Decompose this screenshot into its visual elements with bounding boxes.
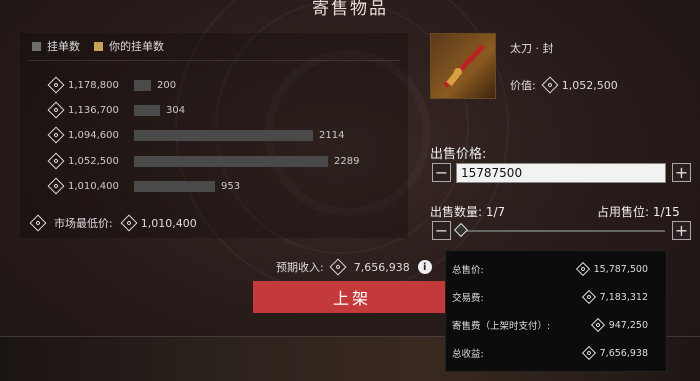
info-icon[interactable]: i: [417, 260, 432, 274]
order-book-panel: 挂单数 你的挂单数 1,178,800 200 1,136,700 304 1,…: [20, 33, 408, 238]
breakdown-label: 交易费:: [452, 293, 484, 304]
legend-swatch-mine: [94, 41, 103, 51]
expected-label: 预期收入:: [276, 261, 324, 274]
order-row: 1,178,800 200: [47, 76, 177, 94]
order-count: 953: [221, 180, 241, 192]
legend-swatch-orders: [32, 41, 41, 51]
currency-icon: [590, 317, 605, 333]
order-row: 1,010,400 953: [47, 177, 241, 195]
order-price: 1,052,500: [68, 155, 119, 167]
plus-icon: +: [674, 220, 689, 240]
currency-icon: [47, 76, 65, 94]
breakdown-value: 7,656,938: [599, 347, 648, 359]
page-title: 寄售物品: [312, 0, 388, 19]
sell-quantity-label: 出售数量: 1/7: [430, 205, 506, 219]
plus-icon: +: [674, 162, 689, 182]
order-bar: [134, 180, 215, 192]
minus-icon: −: [434, 162, 449, 182]
order-bar: [134, 129, 313, 141]
order-count: 304: [166, 104, 186, 116]
item-price: 价值: 1,052,500: [510, 76, 618, 94]
currency-icon: [47, 126, 65, 144]
market-label: 市场最低价:: [54, 217, 113, 230]
order-bar: [134, 155, 328, 167]
order-price: 1,178,800: [68, 79, 119, 91]
order-row: 1,136,700 304: [47, 101, 186, 119]
list-button[interactable]: 上架: [253, 281, 451, 313]
order-count: 2289: [334, 155, 360, 167]
currency-icon: [120, 214, 138, 232]
currency-icon: [329, 258, 347, 276]
order-price: 1,094,600: [68, 129, 119, 141]
item-name: 太刀 · 封: [510, 42, 554, 55]
currency-icon: [581, 345, 596, 361]
price-decrease-button[interactable]: −: [432, 163, 451, 182]
currency-icon: [581, 289, 596, 305]
minus-icon: −: [434, 220, 449, 240]
legend-orders: 挂单数: [47, 40, 80, 53]
breakdown-row: 寄售费（上架时支付）: 947,250: [452, 317, 648, 333]
divider: [28, 60, 400, 61]
sell-price-input[interactable]: [456, 163, 666, 183]
price-increase-button[interactable]: +: [672, 163, 691, 182]
currency-icon: [47, 152, 65, 170]
order-count: 2114: [319, 129, 345, 141]
market-value: 1,010,400: [140, 216, 197, 230]
item-price-value: 1,052,500: [561, 78, 618, 92]
order-row: 1,052,500 2289: [47, 152, 360, 170]
item-thumbnail: [430, 33, 496, 99]
currency-icon: [47, 101, 65, 119]
currency-icon: [541, 76, 559, 94]
order-row: 1,094,600 2114: [47, 126, 345, 144]
quantity-decrease-button[interactable]: −: [432, 221, 451, 240]
sword-icon: [443, 44, 485, 88]
breakdown-value: 7,183,312: [599, 291, 648, 303]
order-price: 1,136,700: [68, 104, 119, 116]
expected-income: 预期收入: 7,656,938 i: [276, 258, 432, 276]
order-bar: [134, 79, 151, 91]
breakdown-label: 总收益:: [452, 349, 484, 360]
breakdown-label: 寄售费（上架时支付）:: [452, 321, 551, 332]
breakdown-row: 总售价: 15,787,500: [452, 261, 648, 277]
legend: 挂单数 你的挂单数: [32, 38, 164, 54]
legend-mine: 你的挂单数: [109, 40, 164, 53]
currency-icon: [575, 261, 590, 277]
income-breakdown-tooltip: 总售价: 15,787,500 交易费: 7,183,312 寄售费（上架时支付…: [445, 250, 667, 372]
item-price-label: 价值:: [510, 79, 536, 92]
breakdown-value: 947,250: [608, 319, 648, 331]
breakdown-value: 15,787,500: [593, 263, 648, 275]
market-icon: [29, 214, 47, 232]
slots-used-label: 占用售位: 1/15: [597, 205, 680, 219]
order-bar: [134, 104, 160, 116]
breakdown-label: 总售价:: [452, 265, 484, 276]
breakdown-row: 总收益: 7,656,938: [452, 345, 648, 361]
breakdown-row: 交易费: 7,183,312: [452, 289, 648, 305]
market-lowest: 市场最低价: 1,010,400: [29, 214, 197, 232]
currency-icon: [47, 177, 65, 195]
quantity-increase-button[interactable]: +: [672, 221, 691, 240]
quantity-slider[interactable]: [460, 230, 665, 232]
expected-value: 7,656,938: [353, 260, 410, 274]
order-count: 200: [157, 79, 177, 91]
order-price: 1,010,400: [68, 180, 119, 192]
sell-price-label: 出售价格:: [430, 147, 487, 162]
